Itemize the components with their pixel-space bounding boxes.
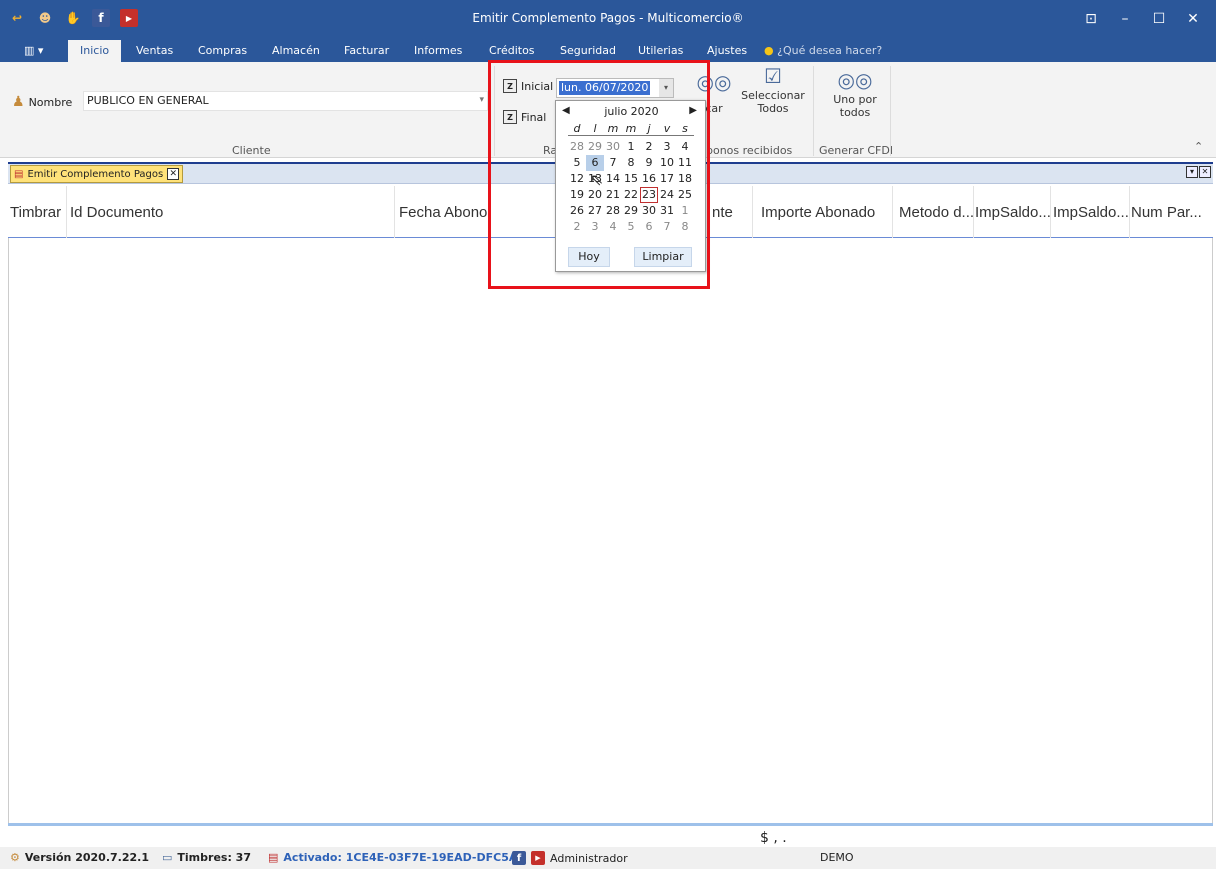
uno-por-todos-button[interactable]: ◎◎ Uno por todos <box>822 68 888 119</box>
close-icon[interactable]: ✕ <box>1199 166 1211 178</box>
column-divider <box>892 186 893 238</box>
restore-ribbon-icon[interactable]: ⊡ <box>1074 6 1108 32</box>
col-timbrar[interactable]: Timbrar <box>10 204 61 221</box>
document-icon: ▤ <box>14 168 24 180</box>
tab-facturar[interactable]: Facturar <box>344 44 389 57</box>
group-generar-label: Generar CFDI <box>819 144 894 157</box>
col-impsaldo-2[interactable]: ImpSaldo... <box>1053 204 1129 221</box>
lightbulb-icon: ● <box>764 44 774 57</box>
tab-utilerias[interactable]: Utilerias <box>638 44 683 57</box>
minimize-button[interactable]: – <box>1108 6 1142 32</box>
tab-ajustes[interactable]: Ajustes <box>707 44 747 57</box>
close-button[interactable]: ✕ <box>1176 6 1210 32</box>
maximize-button[interactable]: ☐ <box>1142 6 1176 32</box>
nombre-value: PUBLICO EN GENERAL <box>87 94 209 107</box>
column-divider <box>1050 186 1051 238</box>
tell-me-search[interactable]: ● ¿Qué desea hacer? <box>764 44 882 57</box>
group-abonos-label: bonos recibidos <box>706 144 793 157</box>
column-divider <box>1129 186 1130 238</box>
column-divider <box>973 186 974 238</box>
uno-label: Uno por todos <box>833 93 877 119</box>
tab-seguridad[interactable]: Seguridad <box>560 44 616 57</box>
doc-tab-emitir[interactable]: ▤ Emitir Complemento Pagos ✕ <box>10 165 184 183</box>
col-importe-abonado[interactable]: Importe Abonado <box>761 204 875 221</box>
window-title: Emitir Complemento Pagos - Multicomercio… <box>472 11 744 25</box>
title-bar: ↩ ☻ ✋ f ▶ Emitir Complemento Pagos - Mul… <box>0 0 1216 38</box>
tell-me-text: ¿Qué desea hacer? <box>777 44 883 57</box>
checklist-icon: ☑ <box>764 64 782 88</box>
column-divider <box>394 186 395 238</box>
activado-text: Activado: 1CE4E-03F7E-19EAD-DFC5A <box>283 851 518 864</box>
stamp-icon: ▭ <box>162 851 173 864</box>
nombre-label: ♟ Nombre <box>12 94 72 110</box>
col-cliente[interactable]: nte <box>712 204 733 221</box>
gear-icon: ⚙ <box>10 851 20 864</box>
seleccionar-todos-button[interactable]: ☑ Seleccionar Todos <box>740 64 806 115</box>
col-impsaldo-1[interactable]: ImpSaldo... <box>975 204 1051 221</box>
col-metodo[interactable]: Metodo d... <box>899 204 974 221</box>
tab-creditos[interactable]: Créditos <box>489 44 535 57</box>
document-icon: ▤ <box>268 851 279 864</box>
user-icon: ♟ <box>12 94 25 110</box>
user-text: Administrador <box>550 851 628 865</box>
timbres-info: ▭ Timbres: 37 <box>162 851 251 864</box>
ribbon-tabs: ▥ ▾ Inicio Ventas Compras Almacén Factur… <box>0 38 1216 62</box>
facebook-icon[interactable]: f <box>512 851 526 865</box>
tab-informes[interactable]: Informes <box>414 44 462 57</box>
col-num-parcialidad[interactable]: Num Par... <box>1131 204 1202 221</box>
timbres-text: Timbres: 37 <box>177 851 251 864</box>
group-cliente-label: Cliente <box>232 144 271 157</box>
app-menu-icon[interactable]: ▥ ▾ <box>24 44 43 57</box>
divider <box>890 66 891 156</box>
window-controls: ⊡ – ☐ ✕ <box>1074 6 1210 32</box>
version-text: Versión 2020.7.22.1 <box>24 851 149 864</box>
column-divider <box>66 186 67 238</box>
chevron-down-icon[interactable]: ▾ <box>479 95 484 105</box>
nombre-combobox[interactable]: PUBLICO EN GENERAL ▾ <box>83 91 488 111</box>
divider <box>813 66 814 156</box>
close-tab-icon[interactable]: ✕ <box>167 168 180 180</box>
highlight-box <box>488 60 710 289</box>
activado-info: ▤ Activado: 1CE4E-03F7E-19EAD-DFC5A <box>268 851 517 864</box>
grid-footer: $ , . <box>8 823 1213 846</box>
col-fecha-abono[interactable]: Fecha Abono <box>399 204 487 221</box>
user-info: f ▶ Administrador <box>512 851 628 865</box>
mode-info: DEMO <box>820 851 854 864</box>
grid-body[interactable] <box>8 238 1213 823</box>
nombre-label-text: Nombre <box>28 95 73 109</box>
tab-list-icon[interactable]: ▾ <box>1186 166 1198 178</box>
doc-controls: ▾ ✕ <box>1186 166 1211 178</box>
collapse-ribbon-icon[interactable]: ⌃ <box>1194 140 1203 153</box>
binoculars-user-icon: ◎◎ <box>837 68 873 92</box>
status-bar: ⚙ Versión 2020.7.22.1 ▭ Timbres: 37 ▤ Ac… <box>0 847 1216 869</box>
youtube-icon[interactable]: ▶ <box>531 851 545 865</box>
tab-compras[interactable]: Compras <box>198 44 247 57</box>
column-divider <box>752 186 753 238</box>
col-id-documento[interactable]: Id Documento <box>70 204 163 221</box>
doc-tab-label: Emitir Complemento Pagos <box>27 168 164 180</box>
tab-almacen[interactable]: Almacén <box>272 44 320 57</box>
version-info: ⚙ Versión 2020.7.22.1 <box>10 851 149 864</box>
seleccionar-label: Seleccionar Todos <box>741 89 805 115</box>
tab-inicio[interactable]: Inicio <box>68 40 122 62</box>
footer-total: $ , . <box>760 830 787 846</box>
tab-ventas[interactable]: Ventas <box>136 44 173 57</box>
